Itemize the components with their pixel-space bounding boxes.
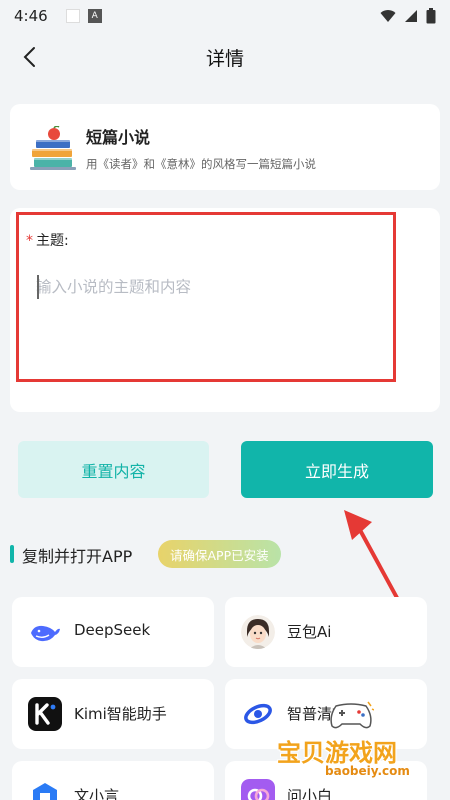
title-bar: 详情 — [0, 32, 450, 82]
wenxiaobai-icon — [241, 779, 275, 800]
section-title: 复制并打开APP — [22, 547, 133, 566]
zhipu-ring-icon — [241, 697, 275, 731]
template-description: 用《读者》和《意林》的风格写一篇短篇小说 — [86, 157, 316, 171]
topic-label-text: 主题: — [36, 233, 69, 249]
page-title: 详情 — [205, 47, 244, 70]
status-time: 4:46 — [14, 7, 48, 25]
app-card-doubao[interactable]: 豆包Ai — [225, 597, 427, 667]
app-label: 文小言 — [74, 787, 120, 800]
app-card-kimi[interactable]: Kimi智能助手 — [12, 679, 214, 749]
chevron-left-icon — [23, 47, 35, 67]
doubao-avatar-icon — [241, 615, 275, 649]
signal-icon — [405, 10, 417, 22]
section-accent-bar — [10, 545, 14, 563]
watermark-text: 宝贝游戏网 — [277, 739, 397, 767]
status-system-icons — [380, 8, 436, 24]
font-app-icon: A — [87, 9, 102, 23]
notification-icon — [65, 9, 80, 23]
kimi-k-icon — [28, 697, 62, 731]
reset-button[interactable]: 重置内容 — [18, 441, 209, 498]
back-button[interactable] — [14, 42, 44, 72]
watermark-url: baobeiy.com — [325, 764, 410, 778]
wifi-icon — [380, 10, 396, 22]
install-hint-badge: 请确保APP已安装 — [158, 540, 281, 568]
battery-icon — [426, 8, 436, 24]
status-notification-icons: A — [65, 9, 102, 23]
app-card-deepseek[interactable]: DeepSeek — [12, 597, 214, 667]
app-card-wenxiaoyan[interactable]: 文小言 — [12, 761, 214, 800]
required-mark: * — [26, 233, 33, 249]
wenxiaoyan-icon — [28, 779, 62, 800]
topic-input[interactable] — [36, 272, 376, 302]
template-info-card — [10, 104, 440, 190]
generate-button[interactable]: 立即生成 — [241, 441, 433, 498]
books-apple-icon — [30, 126, 76, 170]
gamepad-icon — [330, 701, 374, 729]
app-label: DeepSeek — [74, 621, 151, 639]
status-bar: 4:46 A — [0, 0, 450, 32]
topic-label: * 主题: — [26, 230, 69, 250]
app-label: 问小白 — [287, 787, 333, 800]
text-caret — [37, 275, 39, 299]
app-label: 豆包Ai — [287, 623, 332, 641]
template-title: 短篇小说 — [86, 128, 151, 147]
deepseek-whale-icon — [28, 615, 62, 649]
app-label: Kimi智能助手 — [74, 705, 167, 723]
